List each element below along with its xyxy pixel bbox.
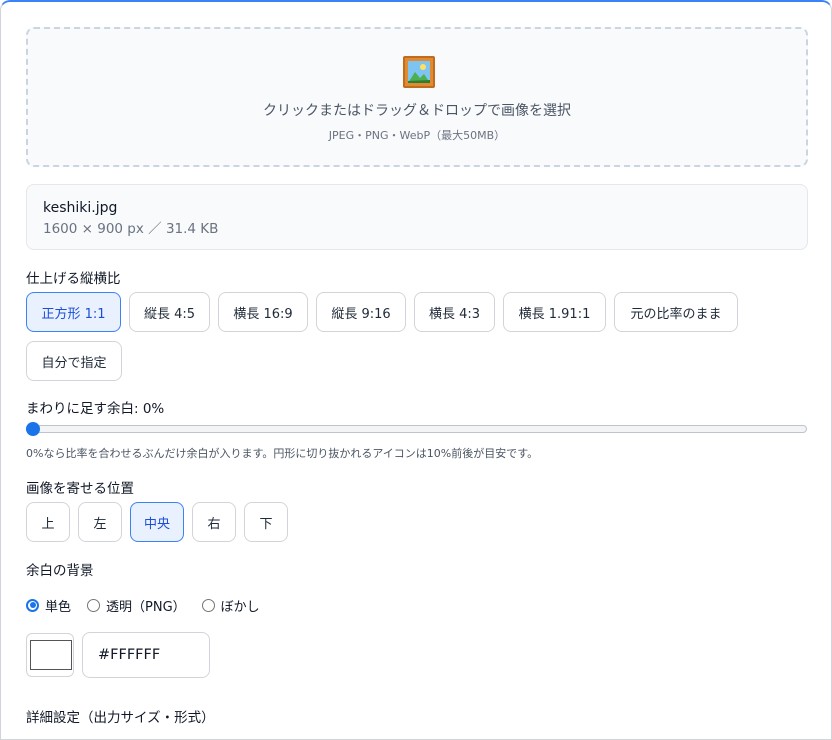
padding-hint: 0%なら比率を合わせるぶんだけ余白が入ります。円形に切り抜かれるアイコンは10%…	[26, 447, 539, 460]
aspect-4-3-button[interactable]: 横長 4:3	[414, 292, 495, 332]
aspect-custom-button[interactable]: 自分で指定	[26, 341, 122, 381]
background-label: 余白の背景	[26, 563, 94, 579]
position-bottom-button[interactable]: 下	[244, 502, 288, 542]
position-label: 画像を寄せる位置	[26, 481, 134, 497]
aspect-16-9-button[interactable]: 横長 16:9	[218, 292, 308, 332]
aspect-9-16-button[interactable]: 縦長 9:16	[316, 292, 406, 332]
color-swatch-preview	[30, 640, 72, 670]
file-meta: 1600 × 900 px ／ 31.4 KB	[43, 221, 219, 237]
background-solid-radio[interactable]	[26, 598, 39, 612]
position-left-button[interactable]: 左	[78, 502, 122, 542]
background-transparent-radio[interactable]	[87, 598, 101, 612]
file-info: keshiki.jpg 1600 × 900 px ／ 31.4 KB	[26, 184, 808, 250]
background-blur-label: ぼかし	[220, 599, 260, 615]
background-blur-option[interactable]: ぼかし	[201, 596, 260, 615]
upload-instruction: クリックまたはドラッグ＆ドロップで画像を選択	[263, 103, 571, 119]
position-top-button[interactable]: 上	[26, 502, 70, 542]
padding-label: まわりに足す余白: 0%	[26, 401, 165, 417]
background-radio-group: 単色 透明（PNG） ぼかし	[26, 596, 276, 615]
background-blur-radio[interactable]	[201, 598, 215, 612]
position-center-button[interactable]: 中央	[130, 502, 184, 542]
aspect-1-91-button[interactable]: 横長 1.91:1	[503, 292, 606, 332]
editor-card: クリックまたはドラッグ＆ドロップで画像を選択 JPEG・PNG・WebP（最大5…	[0, 0, 832, 740]
background-solid-label: 単色	[45, 599, 72, 615]
padding-slider-thumb[interactable]	[26, 422, 40, 436]
aspect-square-button[interactable]: 正方形 1:1	[26, 292, 121, 332]
aspect-original-button[interactable]: 元の比率のまま	[614, 292, 738, 332]
padding-slider[interactable]	[27, 425, 807, 433]
framed-picture-icon	[403, 56, 435, 88]
background-solid-option[interactable]: 単色	[26, 596, 71, 615]
upload-dropzone[interactable]: クリックまたはドラッグ＆ドロップで画像を選択 JPEG・PNG・WebP（最大5…	[26, 27, 808, 167]
file-name: keshiki.jpg	[43, 200, 118, 216]
background-transparent-option[interactable]: 透明（PNG）	[87, 596, 186, 615]
upload-formats: JPEG・PNG・WebP（最大50MB）	[328, 129, 506, 142]
aspect-label: 仕上げる縦横比	[26, 271, 121, 287]
color-hex-input[interactable]	[82, 632, 210, 678]
position-right-button[interactable]: 右	[192, 502, 236, 542]
color-swatch[interactable]	[26, 633, 74, 677]
aspect-4-5-button[interactable]: 縦長 4:5	[129, 292, 210, 332]
details-toggle[interactable]: 詳細設定（出力サイズ・形式）	[26, 706, 215, 726]
background-transparent-label: 透明（PNG）	[106, 599, 186, 615]
